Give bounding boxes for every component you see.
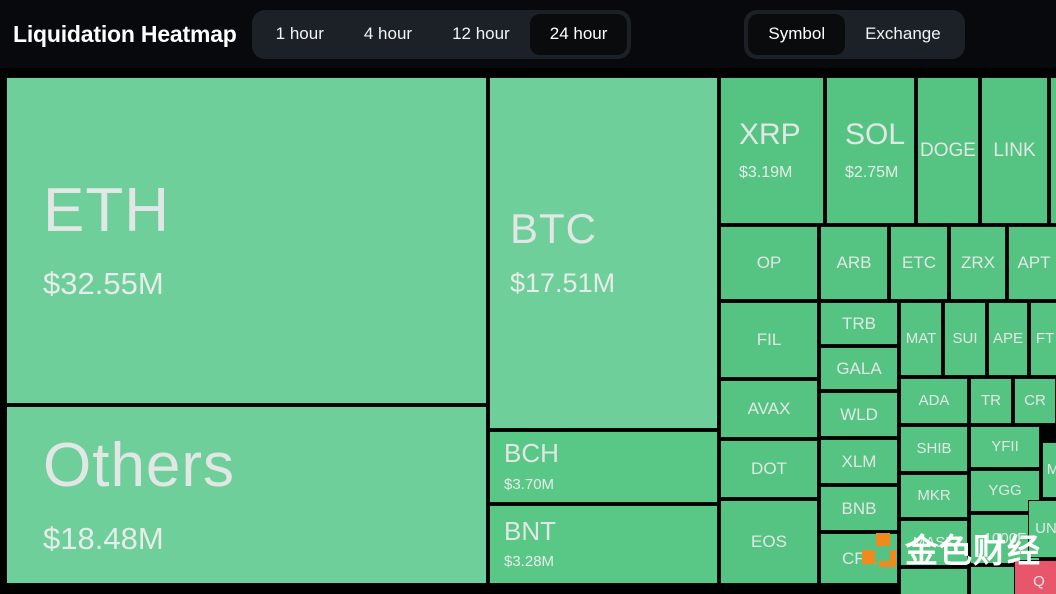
tile-value: $3.70M [504, 475, 555, 493]
tile-symbol: SHIB [916, 440, 952, 458]
tile-symbol: ADA [918, 392, 950, 410]
tile-value: $32.55M [43, 266, 164, 302]
tile-symbol: FIL [756, 330, 782, 350]
treemap-tile-eth[interactable]: ETH $32.55M [6, 77, 487, 404]
treemap-tile-wld[interactable]: WLD [820, 392, 898, 437]
tab-24-hour[interactable]: 24 hour [529, 13, 628, 55]
treemap-tile-edge-a[interactable] [1050, 77, 1056, 224]
treemap-tile-un[interactable]: UN [1028, 500, 1056, 558]
tile-symbol: GALA [836, 358, 882, 378]
treemap-tile-q[interactable]: Q [1014, 560, 1056, 594]
tile-symbol: YGG [988, 482, 1022, 500]
tile-symbol: MASK [912, 534, 956, 552]
tile-symbol: BCH [504, 438, 559, 469]
treemap-tile-link[interactable]: LINK [981, 77, 1048, 224]
tile-symbol: CFX [842, 548, 876, 568]
treemap-tile-etc[interactable]: ETC [890, 226, 948, 300]
tile-symbol: ZRX [961, 253, 995, 273]
tile-symbol: AVAX [747, 399, 791, 419]
app-header: Liquidation Heatmap 1 hour 4 hour 12 hou… [0, 0, 1056, 68]
tile-symbol: APT [1017, 253, 1051, 273]
treemap-tile-shib[interactable]: SHIB [900, 426, 968, 472]
treemap-tile-trb[interactable]: TRB [820, 302, 898, 345]
treemap-tile-ada[interactable]: ADA [900, 378, 968, 424]
grouping-tab-group: Symbol Exchange [744, 9, 965, 59]
tile-symbol: LINK [993, 139, 1036, 161]
treemap-tile-blank-1[interactable] [900, 568, 968, 594]
treemap-tile-dot[interactable]: DOT [720, 440, 818, 498]
treemap-tile-apt[interactable]: APT [1008, 226, 1056, 300]
treemap-tile-avax[interactable]: AVAX [720, 380, 818, 438]
treemap-tile-xlm[interactable]: XLM [820, 439, 898, 484]
treemap-tile-yfii[interactable]: YFII [970, 426, 1040, 468]
tile-symbol: ETC [902, 253, 936, 273]
tile-symbol: YFII [991, 438, 1019, 456]
treemap-tile-crv[interactable]: CR [1014, 378, 1056, 424]
treemap-tile-m[interactable]: M [1042, 442, 1056, 498]
treemap-tile-zrx[interactable]: ZRX [950, 226, 1006, 300]
tile-symbol: 1000F [983, 530, 1027, 548]
tile-symbol: DOT [751, 459, 787, 479]
tile-symbol: DOGE [920, 139, 976, 161]
tile-symbol: SOL [845, 118, 906, 152]
tab-4-hour[interactable]: 4 hour [344, 14, 432, 55]
treemap-tile-matic[interactable]: MAT [900, 302, 942, 376]
tile-value: $3.19M [739, 163, 793, 181]
treemap-tile-bch[interactable]: BCH $3.70M [489, 431, 718, 503]
liquidation-heatmap-app: Liquidation Heatmap 1 hour 4 hour 12 hou… [0, 0, 1056, 594]
treemap-tile-xrp[interactable]: XRP $3.19M [720, 77, 824, 224]
page-title: Liquidation Heatmap [13, 20, 237, 47]
treemap-tile-trx[interactable]: TR [970, 378, 1012, 424]
tile-symbol: Others [43, 430, 236, 500]
treemap-tile-arb[interactable]: ARB [820, 226, 888, 300]
tile-symbol: BNB [841, 498, 877, 518]
treemap-tile-bnb[interactable]: BNB [820, 486, 898, 531]
treemap-tile-ape[interactable]: APE [988, 302, 1028, 376]
tile-symbol: ARB [836, 253, 872, 273]
tile-symbol: FT [1035, 330, 1055, 348]
tile-symbol: XRP [739, 118, 801, 152]
tab-exchange[interactable]: Exchange [845, 14, 961, 55]
treemap-tile-cfx[interactable]: CFX [820, 533, 898, 584]
tile-symbol: M [1047, 462, 1056, 478]
tile-symbol: Q [1033, 573, 1045, 591]
tile-symbol: WLD [840, 404, 878, 424]
treemap-tile-op[interactable]: OP [720, 226, 818, 300]
treemap-tile-bnt[interactable]: BNT $3.28M [489, 505, 718, 584]
tile-symbol: CR [1024, 392, 1046, 410]
tile-symbol: XLM [841, 451, 877, 471]
treemap-tile-ftm[interactable]: FT [1030, 302, 1056, 376]
treemap-tile-sol[interactable]: SOL $2.75M [826, 77, 915, 224]
treemap-tile-gala[interactable]: GALA [820, 347, 898, 390]
tile-value: $18.48M [43, 520, 164, 556]
treemap-tile-doge[interactable]: DOGE [917, 77, 979, 224]
treemap-tile-others[interactable]: Others $18.48M [6, 406, 487, 584]
tile-symbol: BTC [510, 204, 597, 252]
tile-symbol: TR [981, 392, 1001, 410]
tile-symbol: APE [992, 330, 1023, 348]
tile-symbol: UN [1035, 520, 1056, 538]
tile-symbol: ETH [43, 176, 170, 246]
tile-value: $2.75M [845, 163, 899, 181]
tile-symbol: OP [756, 253, 782, 273]
treemap-tile-eos[interactable]: EOS [720, 500, 818, 584]
treemap-tile-mask[interactable]: MASK [900, 520, 968, 566]
tab-symbol[interactable]: Symbol [748, 13, 846, 55]
timeframe-tab-group: 1 hour 4 hour 12 hour 24 hour [251, 9, 632, 59]
tile-symbol: MKR [917, 487, 951, 505]
tile-symbol: SUI [952, 330, 978, 348]
treemap-tile-btc[interactable]: BTC $17.51M [489, 77, 718, 429]
treemap-tile-sui[interactable]: SUI [944, 302, 986, 376]
treemap-tile-mkr[interactable]: MKR [900, 474, 968, 518]
tab-12-hour[interactable]: 12 hour [432, 14, 530, 55]
tile-value: $17.51M [510, 267, 616, 298]
tile-symbol: BNT [504, 515, 556, 546]
treemap-tile-fil[interactable]: FIL [720, 302, 818, 378]
tile-symbol: EOS [751, 532, 787, 552]
tile-value: $3.28M [504, 553, 555, 571]
tile-symbol: MAT [905, 330, 937, 348]
tab-1-hour[interactable]: 1 hour [256, 14, 344, 55]
treemap-chart: ETH $32.55M Others $18.48M BTC $17.51M B… [0, 74, 1056, 594]
tile-symbol: TRB [842, 313, 876, 333]
